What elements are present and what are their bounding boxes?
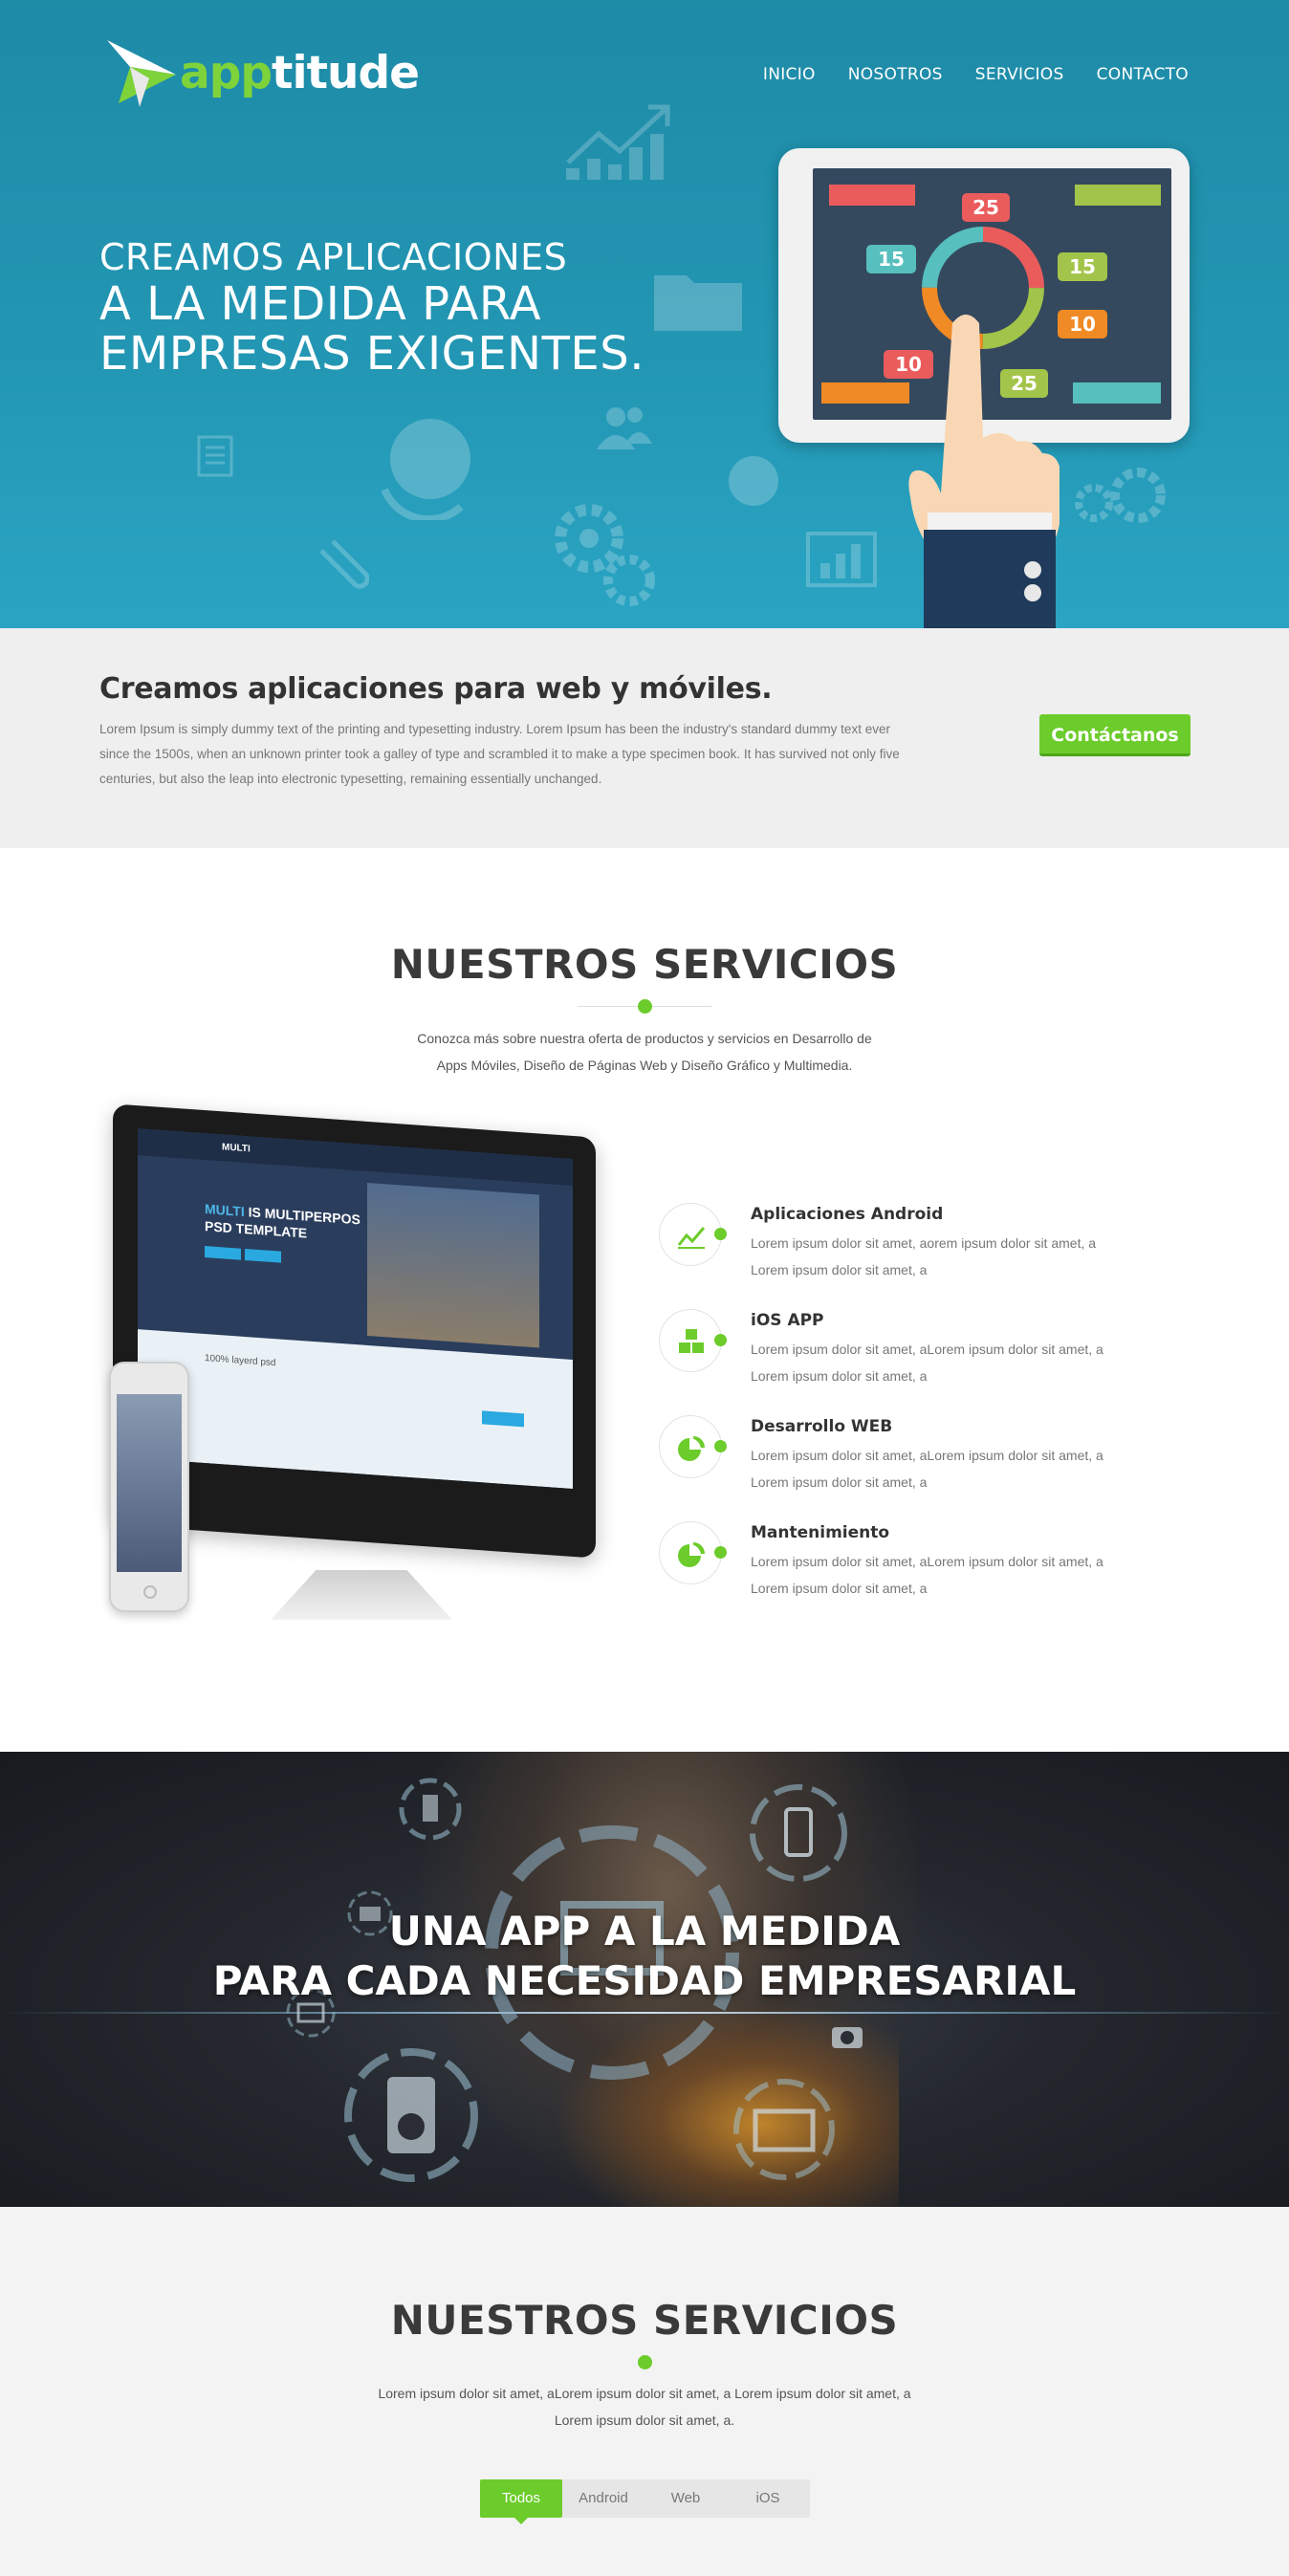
portfolio-filter-tabs: Todos Android Web iOS [480,2479,810,2524]
brand-logo[interactable]: apptitude [103,36,420,109]
nav-nosotros[interactable]: NOSOTROS [848,65,943,84]
mockup-brand: MULTI [222,1142,251,1155]
service-title: Aplicaciones Android [751,1205,944,1224]
banner-line-1: UNA APP A LA MEDIDA [388,1908,901,1954]
teal-bar [1073,382,1161,404]
paper-plane-icon [107,40,176,107]
hero-section: apptitude INICIO NOSOTROS SERVICIOS CONT… [0,0,1289,628]
services-subtitle-line: Apps Móviles, Diseño de Páginas Web y Di… [436,1058,853,1073]
contact-button[interactable]: Contáctanos [1039,714,1191,756]
service-desc: Lorem ipsum dolor sit amet, aLorem ipsum… [751,1448,1103,1490]
services-title: NUESTROS SERVICIOS [390,941,899,988]
service-title: Mantenimiento [751,1523,890,1542]
tab-todos[interactable]: Todos [480,2479,562,2524]
chart-icon [677,1227,706,1249]
brand-name: apptitude [180,46,420,99]
growth-chart-icon [566,104,670,180]
camera-icon [832,2027,863,2048]
hand-illustration [908,315,1060,628]
intro-body: Lorem Ipsum is simply dummy text of the … [99,722,900,786]
users-icon [597,407,652,449]
page: apptitude INICIO NOSOTROS SERVICIOS CONT… [0,0,1289,2576]
mockup-headline-accent: MULTI [205,1201,245,1219]
accent-dot [714,1440,727,1452]
orange-bar [821,382,909,404]
service-icon-circle [659,1309,722,1372]
service-icon-circle [659,1521,722,1584]
phone [109,1362,189,1612]
accent-dot [714,1546,727,1559]
device-mockup: MULTI MULTI IS MULTIPERPOS PSD TEMPLATE 1… [103,1103,601,1637]
service-desc: Lorem ipsum dolor sit amet, aorem ipsum … [751,1235,1097,1277]
service-ios[interactable]: iOS APP Lorem ipsum dolor sit amet, aLor… [659,1309,1194,1395]
service-maintenance[interactable]: Mantenimiento Lorem ipsum dolor sit amet… [659,1521,1194,1607]
pie-chart-icon [678,1436,705,1461]
pie-chart-icon [729,456,778,506]
phone-icon [750,1784,847,1882]
portfolio-title: NUESTROS SERVICIOS [390,2297,899,2344]
monitor-screen: MULTI MULTI IS MULTIPERPOS PSD TEMPLATE 1… [138,1128,573,1489]
nav-inicio[interactable]: INICIO [763,65,816,84]
portfolio-subtitle: Lorem ipsum dolor sit amet, aLorem ipsum… [0,2380,1289,2434]
tablet-number: 10 [1058,310,1107,338]
service-title: iOS APP [751,1311,824,1330]
tablet-number: 15 [1058,252,1107,281]
banner-line-2: PARA CADA NECESIDAD EMPRESARIAL [212,1957,1077,2004]
portfolio-divider [578,2355,711,2370]
services-subtitle-line: Conozca más sobre nuestra oferta de prod… [417,1031,872,1046]
tv-icon [733,2079,835,2180]
service-android[interactable]: Aplicaciones Android Lorem ipsum dolor s… [659,1203,1194,1289]
accent-dot [714,1334,727,1346]
pie-chart-icon [678,1542,705,1567]
hero-headline: CREAMOS APLICACIONES A LA MEDIDA PARA EM… [99,235,644,379]
gears-small-icon [1075,468,1166,523]
tab-ios[interactable]: iOS [727,2479,809,2518]
mockup-headline: MULTI IS MULTIPERPOS PSD TEMPLATE [205,1200,360,1245]
mobile-icon [399,1778,462,1841]
olive-bar [1075,185,1161,206]
cubes-icon [679,1329,704,1353]
service-desc: Lorem ipsum dolor sit amet, aLorem ipsum… [751,1342,1103,1384]
service-desc: Lorem ipsum dolor sit amet, aLorem ipsum… [751,1554,1103,1596]
banner-section: UNA APP A LA MEDIDA PARA CADA NECESIDAD … [0,1752,1289,2207]
hero-line-3: EMPRESAS EXIGENTES. [99,327,644,381]
tab-android[interactable]: Android [562,2479,644,2518]
ipod-icon [344,2048,478,2182]
services-divider [578,999,711,1015]
folder-icon [654,275,742,331]
tablet-number: 15 [866,245,916,273]
services-subtitle: Conozca más sobre nuestra oferta de prod… [0,1025,1289,1079]
service-web[interactable]: Desarrollo WEB Lorem ipsum dolor sit ame… [659,1415,1194,1501]
bar-chart-icon [806,532,877,587]
intro-section: Creamos aplicaciones para web y móviles.… [0,628,1289,848]
red-bar [829,185,915,206]
globe-icon [381,419,470,520]
tab-web[interactable]: Web [644,2479,727,2518]
nav-servicios[interactable]: SERVICIOS [975,65,1064,84]
monitor-stand [271,1570,452,1620]
intro-heading: Creamos aplicaciones para web y móviles. [99,672,773,706]
hero-line-1: CREAMOS APLICACIONES [99,236,568,278]
main-nav: INICIO NOSOTROS SERVICIOS CONTACTO [763,65,1189,84]
paperclip-icon [319,539,369,589]
portfolio-subtitle-line: Lorem ipsum dolor sit amet, aLorem ipsum… [378,2386,911,2401]
portfolio-subtitle-line: Lorem ipsum dolor sit amet, a. [554,2412,735,2428]
service-icon-circle [659,1203,722,1266]
service-title: Desarrollo WEB [751,1417,893,1436]
accent-dot [714,1228,727,1240]
service-icon-circle [659,1415,722,1478]
tablet-number: 25 [962,193,1010,222]
nav-contacto[interactable]: CONTACTO [1097,65,1189,84]
hero-line-2: A LA MEDIDA PARA [99,277,542,331]
banner-headline: UNA APP A LA MEDIDA PARA CADA NECESIDAD … [0,1907,1289,2006]
mockup-person [367,1182,539,1348]
gears-icon [555,504,655,606]
notepad-icon [197,435,233,477]
